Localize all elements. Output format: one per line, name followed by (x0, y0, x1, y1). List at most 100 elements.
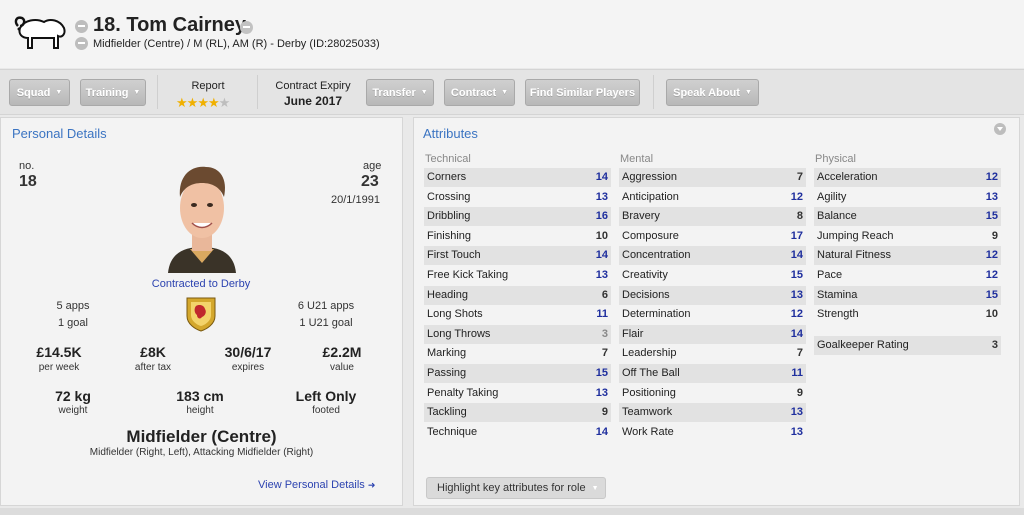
transfer-button-label: Transfer (372, 86, 416, 99)
player-name: 18. Tom Cairney (93, 14, 247, 36)
attribute-value: 6 (601, 288, 608, 301)
attribute-name: Natural Fitness (817, 249, 891, 262)
chevron-down-icon: ▼ (744, 89, 752, 96)
attribute-value: 11 (596, 308, 608, 321)
attribute-value: 11 (791, 367, 803, 379)
find-similar-players-button[interactable]: Find Similar Players (525, 79, 640, 106)
attribute-name: Agility (817, 190, 847, 203)
attribute-name: Goalkeeper Rating (817, 339, 909, 351)
chevron-down-icon: ▼ (55, 89, 63, 96)
attribute-value: 14 (595, 249, 608, 262)
attribute-value: 9 (601, 406, 608, 419)
attribute-name: Crossing (427, 190, 471, 203)
attribute-row: Teamwork 13 (619, 403, 806, 423)
attribute-value: 15 (595, 367, 608, 379)
attribute-name: Aggression (622, 171, 678, 183)
club-logo-ram-icon (14, 16, 66, 49)
attribute-row: Aggression 7 (619, 168, 806, 187)
attribute-row: Tackling 9 (424, 403, 611, 423)
info-toggle-icon[interactable] (75, 37, 88, 50)
speak-about-label: Speak About (673, 86, 740, 99)
transfer-button[interactable]: Transfer ▼ (366, 79, 434, 106)
contracted-club-link[interactable]: Contracted to Derby (130, 278, 272, 290)
squad-button[interactable]: Squad ▼ (9, 79, 70, 106)
attribute-name: Long Throws (427, 327, 491, 340)
attribute-name: Technique (427, 425, 478, 438)
squad-button-label: Squad (16, 86, 51, 99)
date-of-birth: 20/1/1991 (331, 194, 380, 206)
senior-goals: 1 goal (58, 317, 88, 329)
attribute-row: Acceleration 12 (814, 168, 1001, 187)
player-menu-icon[interactable] (240, 21, 253, 34)
attribute-value: 13 (595, 386, 608, 399)
contract-expiry-value: June 2017 (283, 94, 343, 108)
contract-button[interactable]: Contract ▼ (444, 79, 515, 106)
star-icon: ★ (186, 95, 199, 110)
attribute-value: 17 (790, 229, 803, 242)
report-stars[interactable]: ★★★★★ (176, 95, 230, 111)
speak-about-button[interactable]: Speak About ▼ (666, 79, 759, 106)
attribute-row: Long Shots 11 (424, 305, 611, 324)
attribute-value: 3 (991, 339, 998, 351)
training-button-label: Training (85, 86, 129, 99)
contract-expires-value: 30/6/17 (224, 344, 272, 360)
attribute-value: 13 (595, 190, 608, 203)
attribute-row: Free Kick Taking 13 (424, 266, 611, 285)
attribute-name: Corners (427, 171, 467, 183)
wage-label: per week (38, 362, 80, 373)
attribute-name: Leadership (622, 347, 677, 360)
shirt-number-label: no. (19, 160, 35, 172)
attribute-name: Heading (427, 288, 468, 301)
attribute-value: 13 (985, 190, 998, 203)
attribute-value: 15 (985, 210, 998, 223)
attribute-name: Work Rate (622, 425, 674, 438)
after-tax-label: after tax (134, 362, 172, 373)
arrow-right-icon: ➜ (367, 480, 376, 490)
contract-expiry-label: Contract Expiry (275, 80, 351, 92)
attribute-row: Dribbling 16 (424, 207, 611, 227)
attribute-row: Penalty Taking 13 (424, 384, 611, 403)
view-personal-details-label: View Personal Details (258, 479, 365, 491)
attribute-row: Agility 13 (814, 188, 1001, 207)
attribute-value: 15 (790, 269, 803, 281)
training-button[interactable]: Training ▼ (80, 79, 146, 106)
u21-goals: 1 U21 goal (299, 317, 353, 329)
attribute-value: 10 (985, 308, 998, 321)
attribute-row: Finishing 10 (424, 227, 611, 246)
age-value: 23 (361, 173, 379, 190)
attribute-value: 14 (790, 249, 803, 262)
attribute-row: Passing 15 (424, 364, 611, 383)
attribute-name: Balance (817, 210, 857, 223)
player-portrait (162, 153, 242, 273)
attribute-value: 14 (790, 327, 803, 340)
view-personal-details-link[interactable]: View Personal Details ➜ (258, 479, 375, 491)
attribute-value: 9 (796, 386, 803, 399)
favourite-toggle-icon[interactable] (75, 20, 88, 33)
physical-heading: Physical (815, 153, 856, 165)
shirt-number-value: 18 (19, 173, 37, 190)
height-value: 183 cm (176, 388, 224, 404)
star-icon: ★ (176, 95, 188, 110)
attribute-name: Creativity (622, 269, 668, 281)
toolbar-divider (157, 75, 158, 109)
footed-value: Left Only (295, 388, 357, 404)
attribute-value: 12 (985, 171, 998, 183)
personal-details-title: Personal Details (12, 126, 107, 141)
attribute-name: Determination (622, 308, 691, 321)
attribute-row: Crossing 13 (424, 188, 611, 207)
attributes-title: Attributes (423, 126, 478, 141)
attribute-name: Penalty Taking (427, 386, 499, 399)
attribute-name: Long Shots (427, 308, 483, 321)
collapse-panel-icon[interactable] (994, 123, 1006, 135)
report-label: Report (191, 80, 225, 92)
attribute-row: Natural Fitness 12 (814, 246, 1001, 266)
attribute-value: 14 (595, 171, 608, 183)
attribute-value: 7 (601, 347, 608, 360)
wage-value: £14.5K (36, 344, 82, 360)
senior-apps: 5 apps (56, 300, 90, 312)
attribute-value: 8 (796, 210, 803, 223)
attribute-row: Pace 12 (814, 266, 1001, 285)
attribute-row: Jumping Reach 9 (814, 227, 1001, 246)
highlight-key-attributes-button[interactable]: Highlight key attributes for role ▼ (426, 477, 606, 499)
attribute-value: 14 (595, 425, 608, 438)
